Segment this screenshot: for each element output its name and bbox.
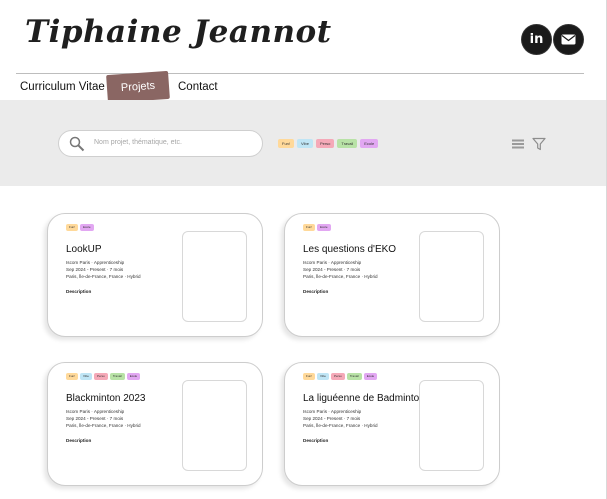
card-thumbnail [182, 231, 247, 322]
search-placeholder: Nom projet, thématique, etc. [94, 139, 182, 146]
magnifier-icon [69, 136, 85, 152]
card-tag: Perso [330, 373, 345, 380]
card-thumbnail [182, 380, 247, 471]
card-meta: Iscom Paris · Apprenticeship Sep 2024 - … [303, 408, 378, 429]
nav-projets-active[interactable]: Projets [106, 70, 170, 104]
filter-tag-fun[interactable]: Fun! [278, 139, 295, 148]
card-description: Description [303, 289, 329, 294]
card-org: Iscom Paris · Apprenticeship [303, 260, 362, 265]
card-location: Paris, Île-de-France, France · Hybrid [303, 423, 378, 428]
card-meta: Iscom Paris · Apprenticeship Sep 2024 - … [303, 259, 378, 280]
card-tag: Ecole [317, 224, 331, 231]
card-title: LookUP [66, 244, 102, 255]
mail-icon [561, 34, 576, 45]
card-tag: Perso [93, 373, 108, 380]
card-tag: Ecole [126, 373, 141, 380]
search-input[interactable]: Nom projet, thématique, etc. [58, 130, 263, 157]
card-tag: Fun! [66, 224, 79, 231]
card-description: Description [66, 438, 92, 443]
filter-tag-ecole[interactable]: Ecole [360, 139, 379, 148]
card-location: Paris, Île-de-France, France · Hybrid [66, 274, 141, 279]
card-org: Iscom Paris · Apprenticeship [303, 409, 362, 414]
card-title: La liguéenne de Badminton [303, 393, 425, 404]
project-card[interactable]: Fun! Vibe Perso Travail Ecole Blackminto… [47, 362, 263, 486]
filter-tag-vibe[interactable]: Vibe [297, 139, 313, 148]
card-title: Les questions d'EKO [303, 244, 397, 255]
nav-contact[interactable]: Contact [178, 81, 218, 93]
card-tag: Travail [109, 373, 125, 380]
linkedin-icon: in [529, 32, 544, 47]
card-tags: Fun! Ecole [66, 224, 94, 231]
card-period: Sep 2024 - Present · 7 mois [303, 267, 361, 272]
project-card[interactable]: Fun! Ecole Les questions d'EKO Iscom Par… [284, 213, 500, 337]
filter-tags: Fun! Vibe Perso Travail Ecole [278, 139, 379, 148]
card-tag: Travail [346, 373, 362, 380]
nav-divider-top [16, 73, 584, 74]
filter-tag-perso[interactable]: Perso [315, 139, 335, 148]
card-location: Paris, Île-de-France, France · Hybrid [66, 423, 141, 428]
funnel-icon[interactable] [532, 137, 546, 151]
project-card[interactable]: Fun! Vibe Perso Travail Ecole La liguéen… [284, 362, 500, 486]
list-view-icon[interactable] [512, 139, 524, 149]
card-tag: Fun! [303, 373, 316, 380]
card-description: Description [66, 289, 92, 294]
card-description: Description [303, 438, 329, 443]
filter-tag-travail[interactable]: Travail [337, 139, 358, 148]
site-title: Tiphaine Jeannot [25, 14, 332, 50]
card-tag: Vibe [317, 373, 329, 380]
card-tag: Vibe [80, 373, 92, 380]
card-tags: Fun! Ecole [303, 224, 331, 231]
card-title: Blackminton 2023 [66, 393, 146, 404]
card-thumbnail [419, 231, 484, 322]
card-period: Sep 2024 - Present · 7 mois [303, 416, 361, 421]
card-tags: Fun! Vibe Perso Travail Ecole [66, 373, 141, 380]
card-tag: Ecole [80, 224, 94, 231]
nav-curriculum-vitae[interactable]: Curriculum Vitae [20, 81, 105, 93]
card-tag: Fun! [303, 224, 316, 231]
card-location: Paris, Île-de-France, France · Hybrid [303, 274, 378, 279]
linkedin-button[interactable]: in [522, 25, 551, 54]
card-meta: Iscom Paris · Apprenticeship Sep 2024 - … [66, 259, 141, 280]
mail-button[interactable] [554, 25, 583, 54]
card-org: Iscom Paris · Apprenticeship [66, 409, 125, 414]
card-period: Sep 2024 - Present · 7 mois [66, 416, 124, 421]
card-thumbnail [419, 380, 484, 471]
card-tags: Fun! Vibe Perso Travail Ecole [303, 373, 378, 380]
card-tag: Ecole [363, 373, 378, 380]
project-card[interactable]: Fun! Ecole LookUP Iscom Paris · Apprenti… [47, 213, 263, 337]
card-org: Iscom Paris · Apprenticeship [66, 260, 125, 265]
card-meta: Iscom Paris · Apprenticeship Sep 2024 - … [66, 408, 141, 429]
card-period: Sep 2024 - Present · 7 mois [66, 267, 124, 272]
card-tag: Fun! [66, 373, 79, 380]
